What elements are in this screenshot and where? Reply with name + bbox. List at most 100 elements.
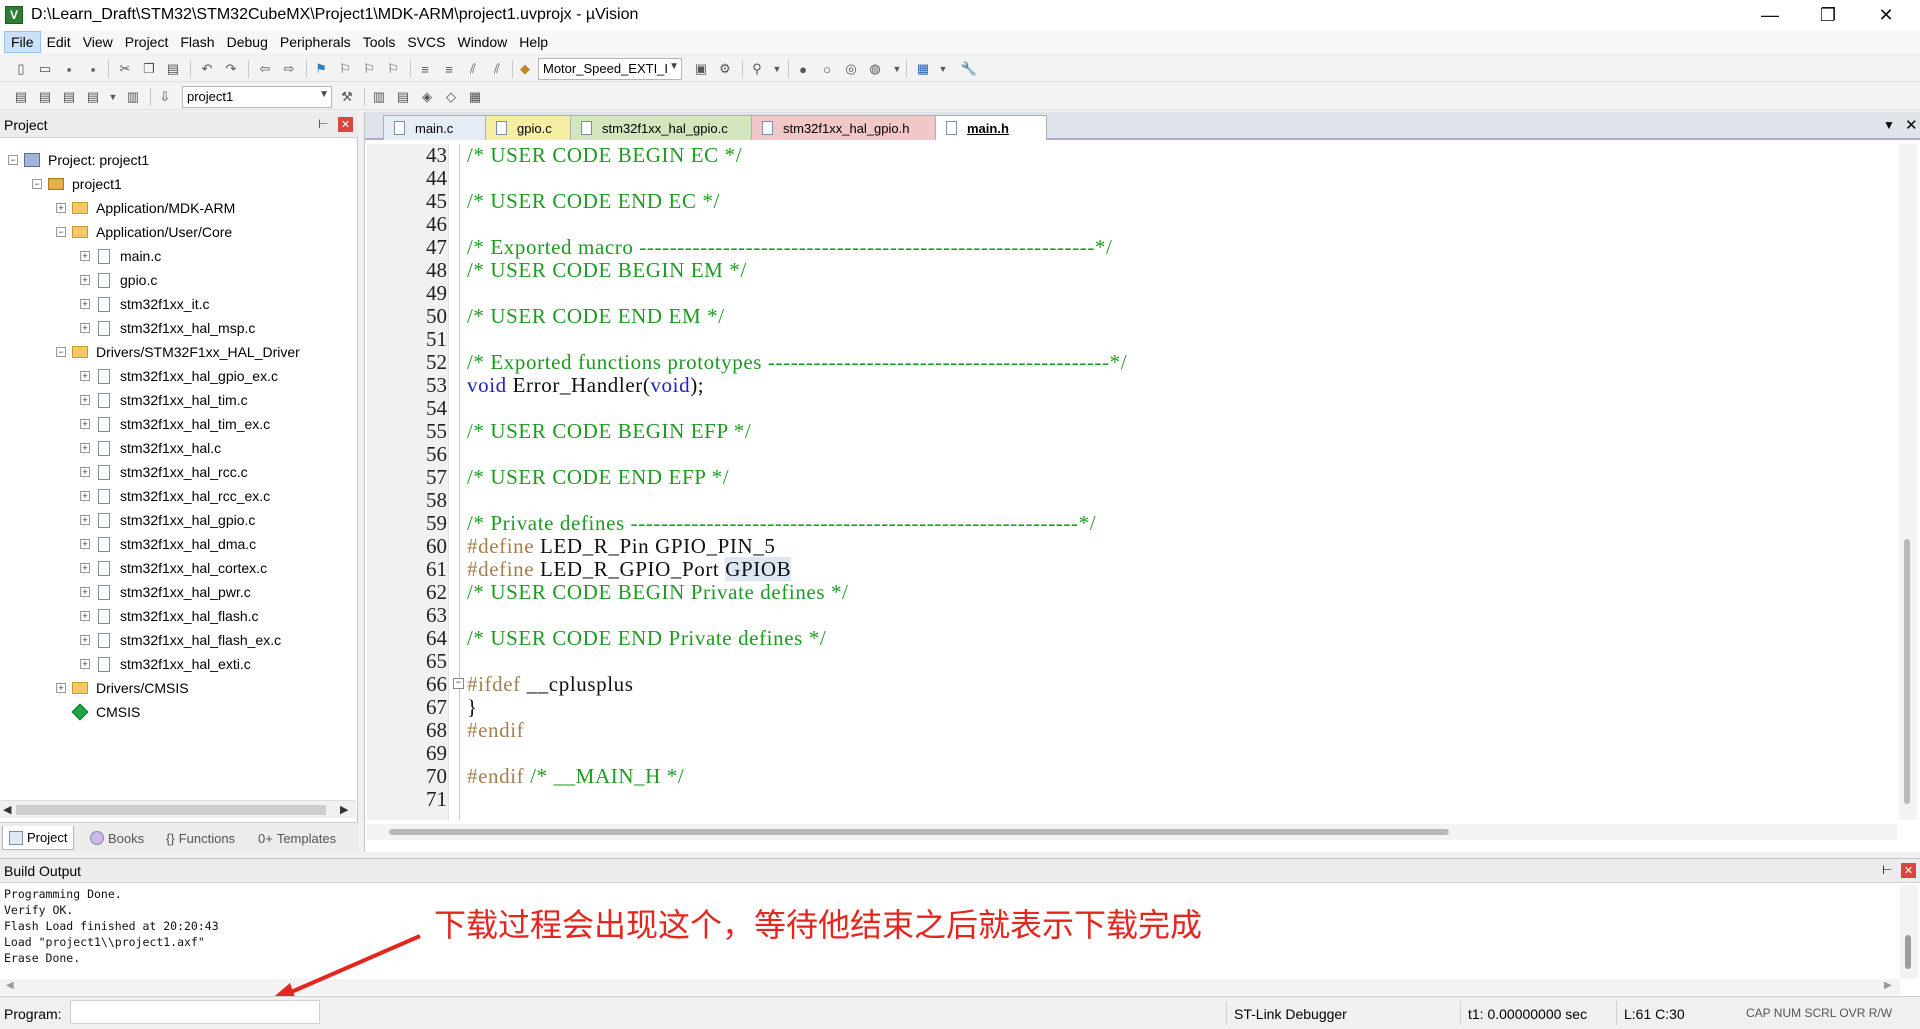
tree-file[interactable]: + stm32f1xx_it.c bbox=[80, 292, 209, 316]
scroll-left-icon[interactable]: ◀ bbox=[3, 803, 11, 816]
tree-file[interactable]: + stm32f1xx_hal_flash.c bbox=[80, 604, 259, 628]
close-window-button[interactable]: ✕ bbox=[1858, 0, 1914, 30]
build-icon[interactable]: ▤ bbox=[36, 88, 54, 106]
expand-icon[interactable]: + bbox=[80, 515, 90, 525]
menu-view[interactable]: View bbox=[77, 32, 119, 52]
menu-debug[interactable]: Debug bbox=[221, 32, 274, 52]
kill-breakpoints-icon[interactable]: ◍ bbox=[866, 60, 884, 78]
chevron-down-icon[interactable]: ▼ bbox=[768, 60, 786, 78]
expand-icon[interactable]: + bbox=[80, 299, 90, 309]
chevron-down-icon[interactable]: ▼ bbox=[888, 60, 906, 78]
open-file-icon[interactable]: ▭ bbox=[36, 60, 54, 78]
next-bookmark-icon[interactable]: ⚐ bbox=[360, 60, 378, 78]
tree-file[interactable]: + stm32f1xx_hal_tim.c bbox=[80, 388, 248, 412]
redo-icon[interactable]: ↷ bbox=[222, 60, 240, 78]
restore-button[interactable]: ❐ bbox=[1800, 0, 1856, 30]
expand-icon[interactable]: + bbox=[80, 563, 90, 573]
expand-icon[interactable]: + bbox=[80, 323, 90, 333]
tab-books[interactable]: Books bbox=[84, 826, 150, 850]
scroll-thumb[interactable] bbox=[389, 829, 1449, 835]
new-file-icon[interactable]: ▯ bbox=[12, 60, 30, 78]
expand-icon[interactable]: + bbox=[80, 611, 90, 621]
tree-file[interactable]: + stm32f1xx_hal_flash_ex.c bbox=[80, 628, 281, 652]
menu-edit[interactable]: Edit bbox=[41, 32, 77, 52]
incremental-find-icon[interactable]: ⚙ bbox=[716, 60, 734, 78]
cut-icon[interactable]: ✂ bbox=[116, 60, 134, 78]
menu-svcs[interactable]: SVCS bbox=[401, 32, 451, 52]
scroll-right-icon[interactable]: ▶ bbox=[1884, 980, 1892, 991]
tree-file[interactable]: + stm32f1xx_hal_dma.c bbox=[80, 532, 256, 556]
tab-list-dropdown-icon[interactable]: ▼ bbox=[1883, 118, 1895, 132]
project-tree-hscroll[interactable]: ◀ ▶ bbox=[0, 800, 356, 818]
tree-file[interactable]: + stm32f1xx_hal_cortex.c bbox=[80, 556, 267, 580]
manage-rte-icon[interactable]: ◈ bbox=[418, 88, 436, 106]
find-in-files-icon[interactable]: ◆ bbox=[516, 60, 534, 78]
tree-folder[interactable]: + Drivers/CMSIS bbox=[56, 676, 189, 700]
tree-file[interactable]: + stm32f1xx_hal_pwr.c bbox=[80, 580, 251, 604]
tab-stm32f1xx-hal-gpio-c[interactable]: stm32f1xx_hal_gpio.c bbox=[570, 115, 755, 140]
disable-breakpoint-icon[interactable]: ◎ bbox=[842, 60, 860, 78]
uncomment-icon[interactable]: ⫽ bbox=[488, 60, 506, 78]
expand-icon[interactable]: + bbox=[80, 251, 90, 261]
expand-icon[interactable]: + bbox=[80, 395, 90, 405]
pack-installer-icon[interactable]: ◇ bbox=[442, 88, 460, 106]
expand-icon[interactable]: + bbox=[80, 467, 90, 477]
indent-icon[interactable]: ≡ bbox=[416, 60, 434, 78]
nav-forward-icon[interactable]: ⇨ bbox=[280, 60, 298, 78]
debug-start-icon[interactable]: ● bbox=[794, 60, 812, 78]
expand-icon[interactable]: + bbox=[80, 371, 90, 381]
code-editor[interactable]: 43 /* USER CODE BEGIN EC */ 44 45 /* USER … bbox=[367, 144, 1897, 820]
scroll-right-icon[interactable]: ▶ bbox=[340, 803, 348, 816]
translate-icon[interactable]: ▤ bbox=[12, 88, 30, 106]
expand-icon[interactable]: + bbox=[80, 491, 90, 501]
target-options-icon[interactable]: ⚒ bbox=[338, 88, 356, 106]
expand-icon[interactable]: + bbox=[80, 659, 90, 669]
tab-functions[interactable]: {} Functions bbox=[160, 826, 241, 850]
tab-project[interactable]: Project bbox=[2, 826, 75, 850]
save-icon[interactable]: ▪ bbox=[60, 60, 78, 78]
expand-icon[interactable]: + bbox=[80, 419, 90, 429]
unindent-icon[interactable]: ≡ bbox=[440, 60, 458, 78]
build-output-vscroll[interactable] bbox=[1900, 885, 1918, 979]
tab-gpio-c[interactable]: gpio.c bbox=[485, 115, 577, 140]
menu-peripherals[interactable]: Peripherals bbox=[274, 32, 357, 52]
tree-folder[interactable]: + Application/MDK-ARM bbox=[56, 196, 235, 220]
configure-icon[interactable]: 🔧 bbox=[960, 60, 978, 78]
rebuild-icon[interactable]: ▤ bbox=[60, 88, 78, 106]
minimize-button[interactable]: — bbox=[1742, 0, 1798, 30]
pin-icon[interactable]: ⊢ bbox=[1882, 863, 1892, 877]
menu-project[interactable]: Project bbox=[119, 32, 175, 52]
prev-bookmark-icon[interactable]: ⚐ bbox=[336, 60, 354, 78]
chevron-down-icon[interactable]: ▼ bbox=[104, 88, 122, 106]
expand-icon[interactable]: + bbox=[80, 443, 90, 453]
file-extensions-icon[interactable]: ▤ bbox=[394, 88, 412, 106]
close-icon[interactable]: ✕ bbox=[338, 117, 353, 132]
save-all-icon[interactable]: ▪ bbox=[84, 60, 102, 78]
batch-build-icon[interactable]: ▤ bbox=[84, 88, 102, 106]
expand-icon[interactable]: + bbox=[56, 203, 66, 213]
collapse-icon[interactable]: − bbox=[56, 347, 66, 357]
target-select[interactable]: Motor_Speed_EXTI_I ▼ bbox=[538, 58, 682, 80]
scroll-left-icon[interactable]: ◀ bbox=[6, 980, 14, 991]
tree-file[interactable]: + stm32f1xx_hal_gpio_ex.c bbox=[80, 364, 278, 388]
close-icon[interactable]: ✕ bbox=[1901, 863, 1916, 878]
fold-toggle-icon[interactable]: − bbox=[453, 678, 464, 689]
undo-icon[interactable]: ↶ bbox=[198, 60, 216, 78]
editor-vscroll[interactable] bbox=[1899, 144, 1917, 820]
collapse-icon[interactable]: − bbox=[8, 155, 18, 165]
tree-component[interactable]: CMSIS bbox=[56, 700, 140, 724]
zoom-icon[interactable]: ⚲ bbox=[748, 60, 766, 78]
tree-file[interactable]: + main.c bbox=[80, 244, 161, 268]
manage-components-icon[interactable]: ▥ bbox=[370, 88, 388, 106]
expand-icon[interactable]: + bbox=[80, 539, 90, 549]
tree-file[interactable]: + gpio.c bbox=[80, 268, 157, 292]
scroll-thumb[interactable] bbox=[1905, 935, 1911, 969]
tab-main-c[interactable]: main.c bbox=[383, 115, 491, 140]
tree-file[interactable]: + stm32f1xx_hal_msp.c bbox=[80, 316, 255, 340]
expand-icon[interactable]: + bbox=[80, 587, 90, 597]
tab-stm32f1xx-hal-gpio-h[interactable]: stm32f1xx_hal_gpio.h bbox=[751, 115, 939, 140]
paste-icon[interactable]: ▤ bbox=[164, 60, 182, 78]
menu-file[interactable]: File bbox=[4, 31, 41, 53]
tree-file[interactable]: + stm32f1xx_hal_tim_ex.c bbox=[80, 412, 270, 436]
tree-file[interactable]: + stm32f1xx_hal_gpio.c bbox=[80, 508, 255, 532]
